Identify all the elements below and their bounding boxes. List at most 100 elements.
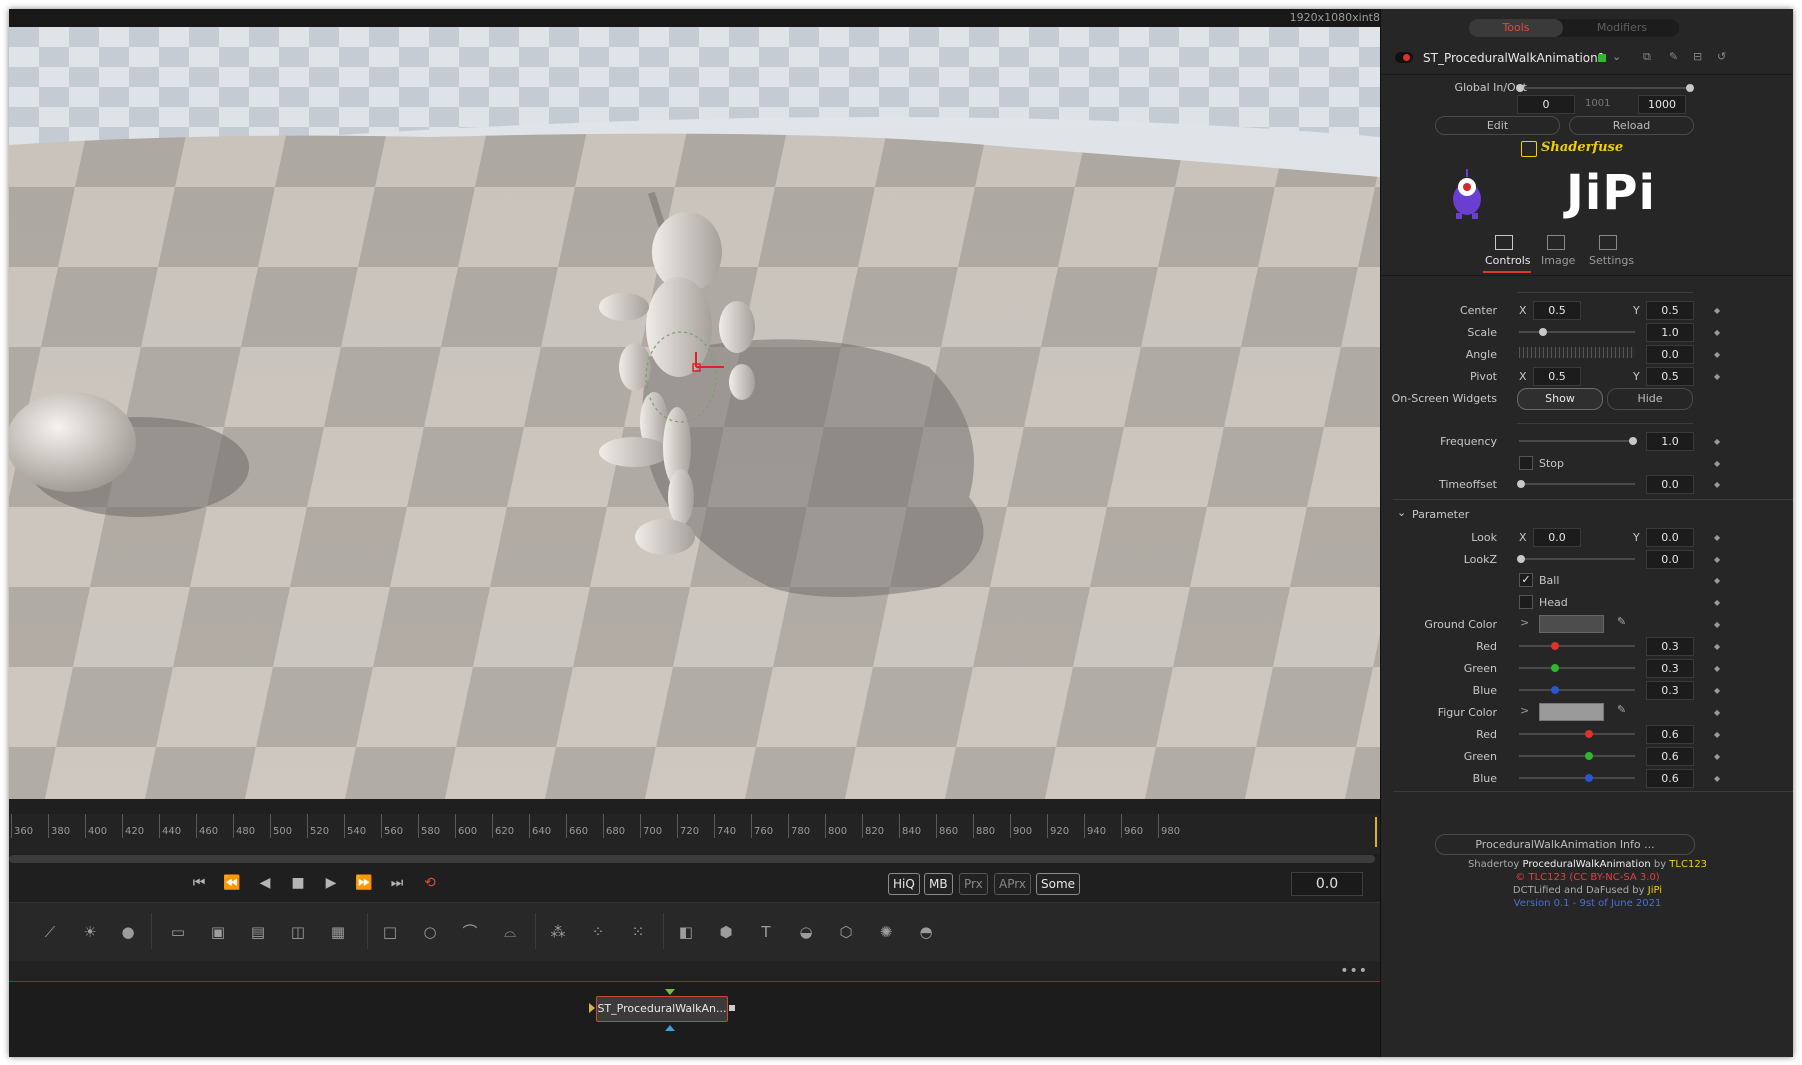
figur-color-swatch[interactable] bbox=[1539, 703, 1604, 721]
ground-green-slider[interactable] bbox=[1519, 664, 1635, 672]
render-end-marker[interactable] bbox=[1375, 817, 1377, 847]
figur-green-handle[interactable] bbox=[1585, 752, 1593, 760]
loop-icon[interactable]: ⟲ bbox=[420, 873, 440, 893]
subtab-settings[interactable]: Settings bbox=[1589, 254, 1634, 267]
bspline-mask-icon[interactable]: ⌓ bbox=[497, 920, 523, 944]
some-button[interactable]: Some bbox=[1036, 873, 1081, 895]
figur-green-field[interactable]: 0.6 bbox=[1646, 747, 1694, 766]
reload-button[interactable]: Reload bbox=[1569, 116, 1694, 135]
widgets-hide-button[interactable]: Hide bbox=[1607, 388, 1693, 410]
eyedropper-icon[interactable]: ✎ bbox=[1617, 703, 1626, 716]
keyframe-icon[interactable]: ◆ bbox=[1714, 328, 1720, 337]
keyframe-icon[interactable]: ◆ bbox=[1714, 350, 1720, 359]
text3d-icon[interactable]: T bbox=[753, 920, 779, 944]
global-out-field[interactable]: 1000 bbox=[1638, 95, 1686, 114]
node-mask-input-icon[interactable] bbox=[665, 989, 675, 995]
keyframe-icon[interactable]: ◆ bbox=[1714, 555, 1720, 564]
ground-red-handle[interactable] bbox=[1551, 642, 1559, 650]
timecode-field[interactable]: 0.0 bbox=[1291, 872, 1363, 896]
ball-checkbox[interactable]: ✓ bbox=[1519, 573, 1533, 587]
lock-icon[interactable]: ⊟ bbox=[1693, 50, 1702, 63]
ground-color-swatch[interactable] bbox=[1539, 615, 1604, 633]
prx-button[interactable]: Prx bbox=[959, 873, 988, 895]
lookz-slider[interactable] bbox=[1517, 555, 1635, 563]
pivot-y-field[interactable]: 0.5 bbox=[1646, 367, 1694, 386]
tool-color-swatch[interactable] bbox=[1598, 54, 1606, 62]
center-y-field[interactable]: 0.5 bbox=[1646, 301, 1694, 320]
ground-blue-field[interactable]: 0.3 bbox=[1646, 681, 1694, 700]
particle-style-icon[interactable]: ⁙ bbox=[625, 920, 651, 944]
figur-red-slider[interactable] bbox=[1519, 730, 1635, 738]
brightness-icon[interactable]: ☀ bbox=[77, 920, 103, 944]
widgets-show-button[interactable]: Show bbox=[1517, 388, 1603, 410]
author-link[interactable]: TLC123 bbox=[1669, 859, 1707, 870]
timeoffset-handle[interactable] bbox=[1517, 480, 1525, 488]
node-st-proceduralwalk[interactable]: ST_ProceduralWalkAn... bbox=[596, 996, 728, 1022]
keyframe-icon[interactable]: ◆ bbox=[1714, 774, 1720, 783]
keyframe-icon[interactable]: ◆ bbox=[1714, 752, 1720, 761]
go-to-start-button[interactable]: ⏮ bbox=[189, 873, 209, 893]
chevron-down-icon[interactable]: ⌄ bbox=[1397, 506, 1406, 519]
ellipse-mask-icon[interactable]: ○ bbox=[417, 920, 443, 944]
image-plane-icon[interactable]: ◧ bbox=[673, 920, 699, 944]
keyframe-icon[interactable]: ◆ bbox=[1714, 730, 1720, 739]
pivot-x-field[interactable]: 0.5 bbox=[1533, 367, 1581, 386]
viewport-render[interactable] bbox=[9, 27, 1380, 799]
merge3d-icon[interactable]: ◒ bbox=[793, 920, 819, 944]
jipi-link[interactable]: JiPi bbox=[1648, 885, 1662, 896]
keyframe-icon[interactable]: ◆ bbox=[1714, 598, 1720, 607]
keyframe-icon[interactable]: ◆ bbox=[1714, 686, 1720, 695]
keyframe-icon[interactable]: ◆ bbox=[1714, 459, 1720, 468]
angle-thumbwheel[interactable] bbox=[1519, 347, 1635, 358]
frequency-handle[interactable] bbox=[1629, 437, 1637, 445]
timeline-ruler[interactable]: 360 380 400 420 440 460 480 500 520 540 560 580 600 6… bbox=[9, 814, 1380, 854]
chevron-right-icon[interactable]: > bbox=[1520, 704, 1529, 717]
global-out-handle[interactable] bbox=[1686, 84, 1694, 92]
keyframe-icon[interactable]: ◆ bbox=[1714, 480, 1720, 489]
chevron-down-icon[interactable]: ⌄ bbox=[1612, 50, 1621, 63]
timeoffset-field[interactable]: 0.0 bbox=[1646, 475, 1694, 494]
figur-blue-slider[interactable] bbox=[1519, 774, 1635, 782]
controls-icon[interactable] bbox=[1495, 235, 1513, 250]
node-editor[interactable]: ••• ST_ProceduralWalkAn... bbox=[9, 961, 1380, 1057]
node-input-icon[interactable] bbox=[589, 1003, 595, 1013]
lookz-field[interactable]: 0.0 bbox=[1646, 550, 1694, 569]
keyframe-icon[interactable]: ◆ bbox=[1714, 372, 1720, 381]
more-options-icon[interactable]: ••• bbox=[1340, 963, 1368, 979]
ground-red-slider[interactable] bbox=[1519, 642, 1635, 650]
timeline-scrubber[interactable] bbox=[9, 855, 1375, 863]
keyframe-icon[interactable]: ◆ bbox=[1714, 620, 1720, 629]
keyframe-icon[interactable]: ◆ bbox=[1714, 664, 1720, 673]
step-back-button[interactable]: ⏪ bbox=[222, 873, 242, 893]
head-checkbox[interactable] bbox=[1519, 595, 1533, 609]
figur-blue-handle[interactable] bbox=[1585, 774, 1593, 782]
figur-red-handle[interactable] bbox=[1585, 730, 1593, 738]
keyframe-icon[interactable]: ◆ bbox=[1714, 306, 1720, 315]
global-in-handle[interactable] bbox=[1516, 84, 1524, 92]
frequency-slider[interactable] bbox=[1519, 437, 1637, 445]
settings-icon[interactable] bbox=[1599, 235, 1617, 250]
subtab-controls[interactable]: Controls bbox=[1485, 254, 1531, 267]
loader-icon[interactable]: ▭ bbox=[165, 920, 191, 944]
light-icon[interactable]: ✺ bbox=[873, 920, 899, 944]
scale-handle[interactable] bbox=[1539, 328, 1547, 336]
look-y-field[interactable]: 0.0 bbox=[1646, 528, 1694, 547]
version-icon[interactable]: ⧉ bbox=[1643, 50, 1651, 64]
play-button[interactable]: ▶ bbox=[321, 873, 341, 893]
transform-icon[interactable]: ◫ bbox=[285, 920, 311, 944]
stop-checkbox[interactable] bbox=[1519, 456, 1533, 470]
tab-modifiers[interactable]: Modifiers bbox=[1565, 19, 1679, 37]
version-link[interactable]: Version 0.1 - 9st of June 2021 bbox=[1381, 897, 1793, 910]
subtab-image[interactable]: Image bbox=[1541, 254, 1575, 267]
look-x-field[interactable]: 0.0 bbox=[1533, 528, 1581, 547]
resize-icon[interactable]: ▦ bbox=[325, 920, 351, 944]
ground-red-field[interactable]: 0.3 bbox=[1646, 637, 1694, 656]
center-x-field[interactable]: 0.5 bbox=[1533, 301, 1581, 320]
node-effect-mask-icon[interactable] bbox=[665, 1025, 675, 1031]
background-icon[interactable]: ▤ bbox=[245, 920, 271, 944]
chevron-right-icon[interactable]: > bbox=[1520, 616, 1529, 629]
node-output-icon[interactable] bbox=[729, 1005, 735, 1011]
aprx-button[interactable]: APrx bbox=[994, 873, 1031, 895]
info-button[interactable]: ProceduralWalkAnimation Info ... bbox=[1435, 834, 1695, 855]
hiq-button[interactable]: HiQ bbox=[888, 873, 920, 895]
